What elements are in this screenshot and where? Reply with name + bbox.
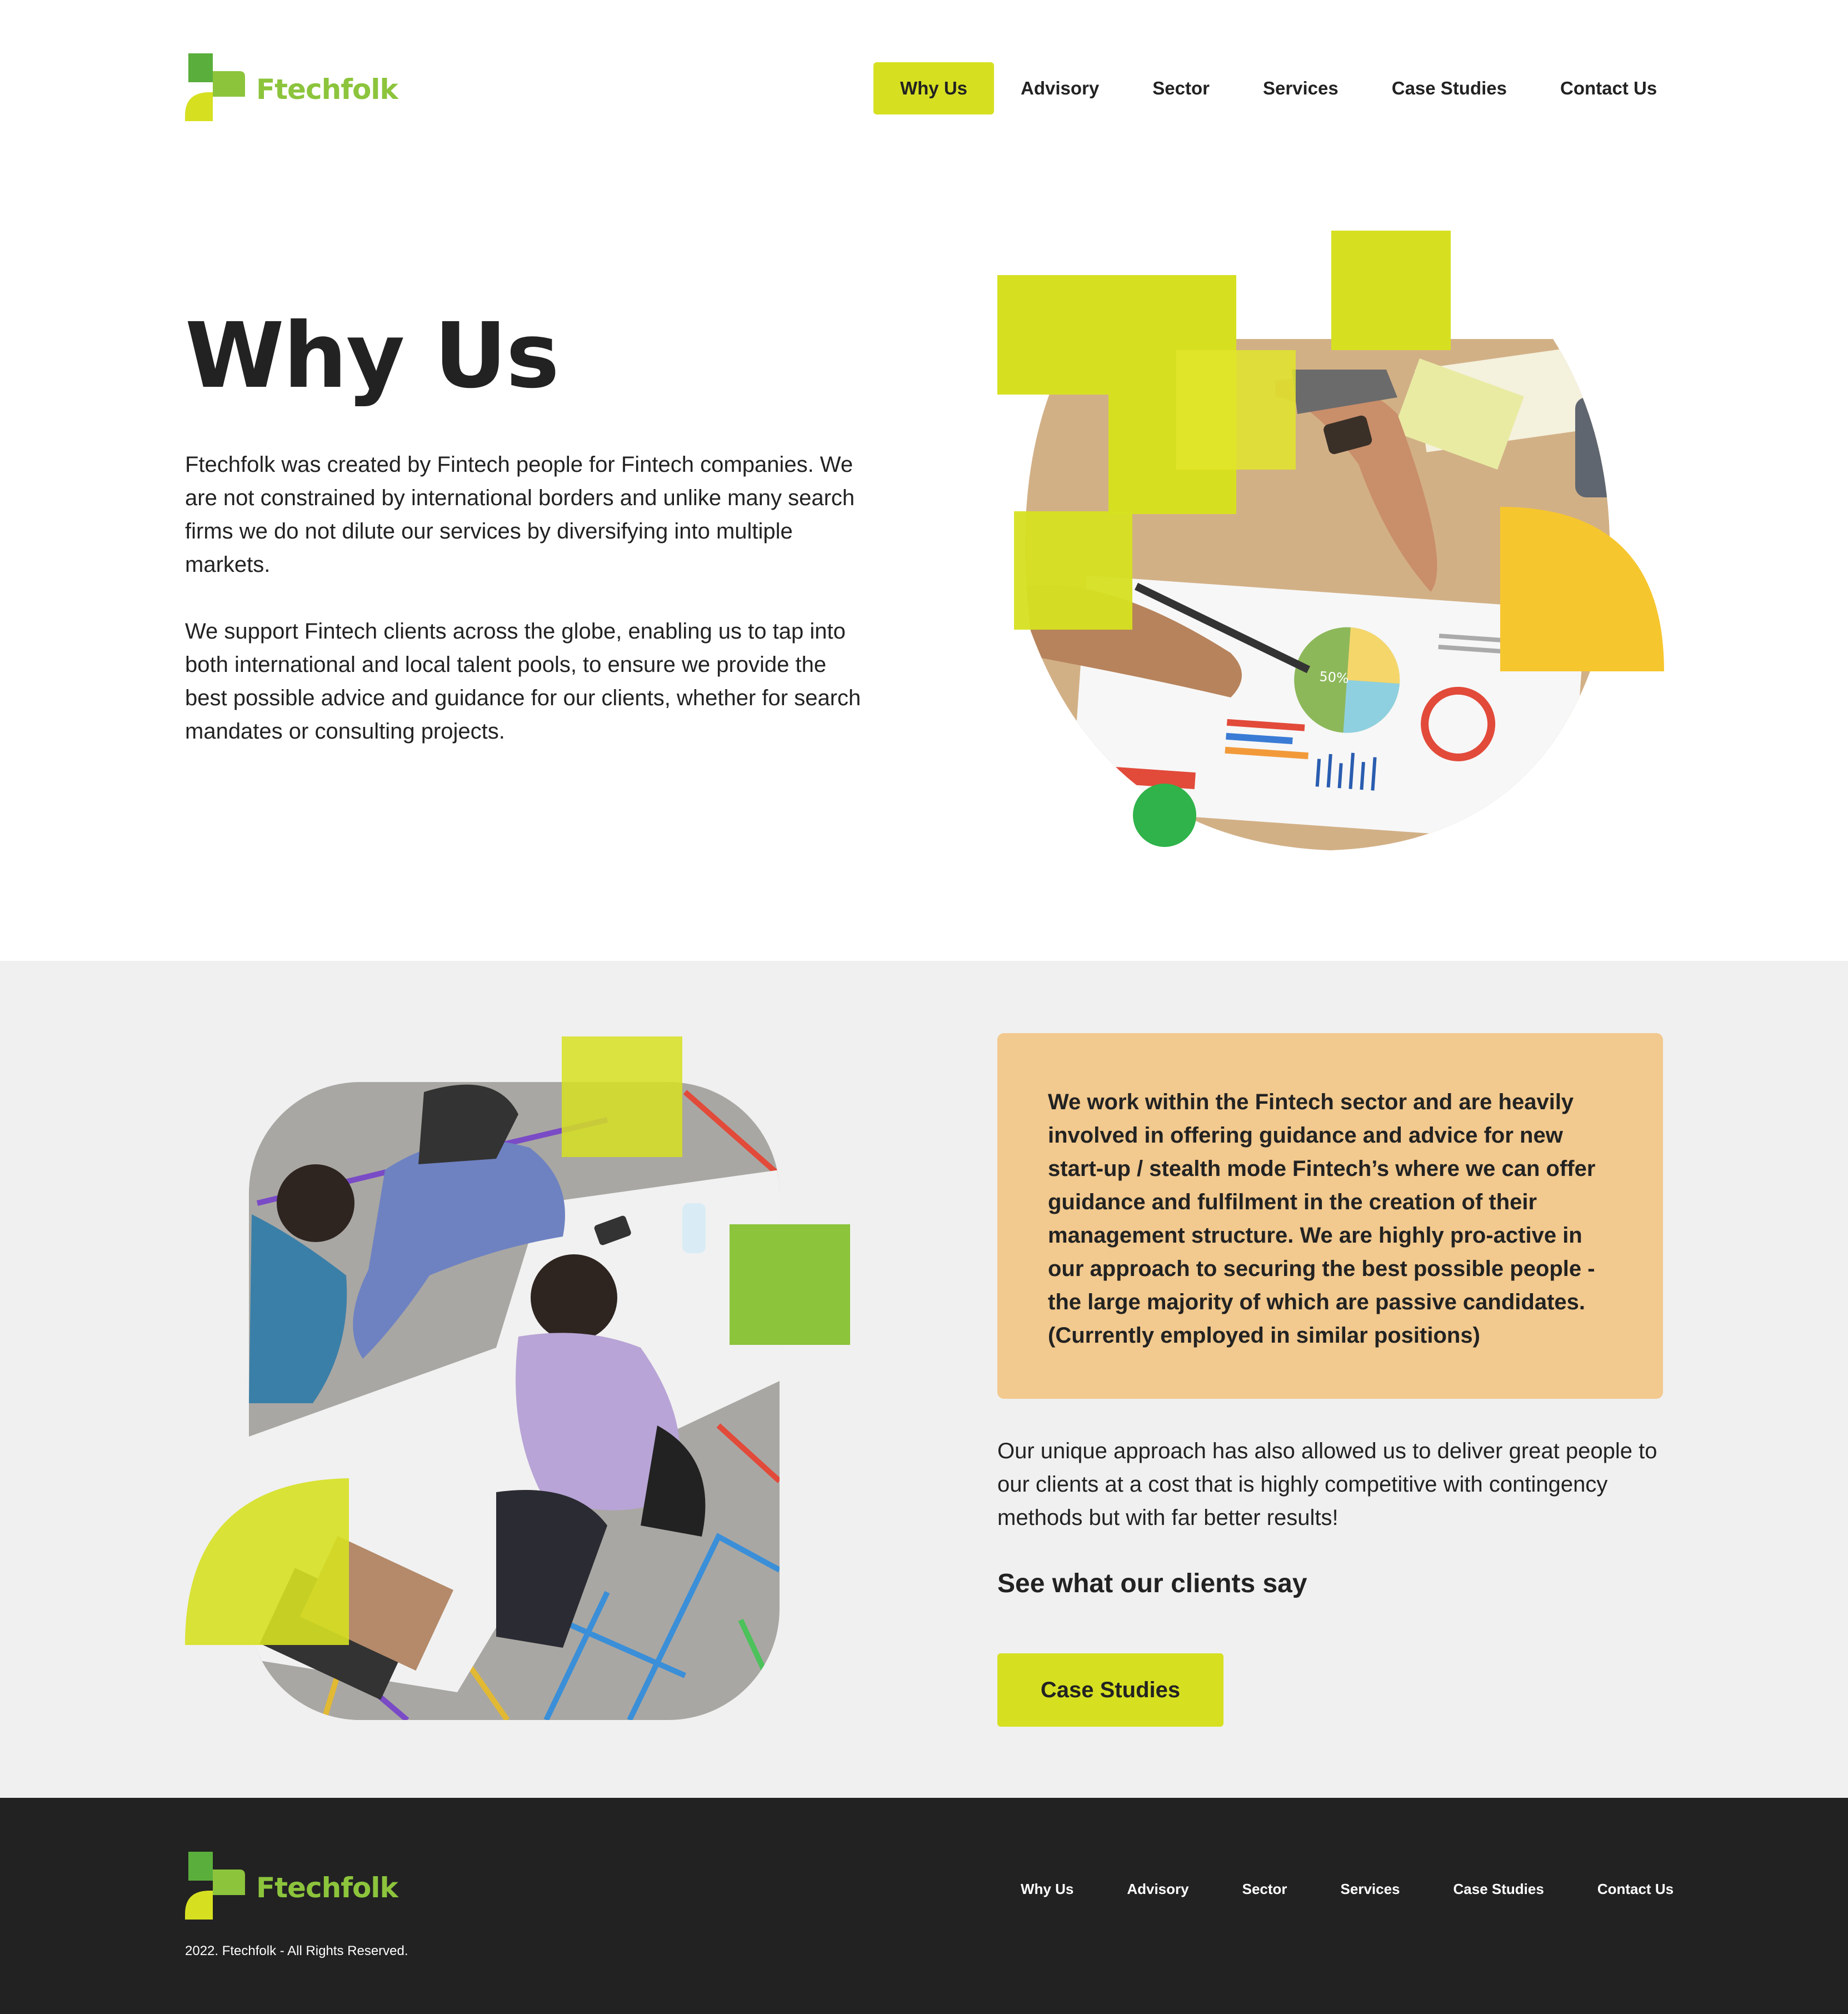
team-image [185, 1036, 850, 1720]
hero-image-collage: 50% [997, 231, 1664, 850]
nav-advisory[interactable]: Advisory [1021, 78, 1099, 99]
nav-contact-us[interactable]: Contact Us [1560, 78, 1657, 99]
nav-why-us[interactable]: Why Us [873, 62, 995, 114]
footer-nav-case-studies[interactable]: Case Studies [1454, 1881, 1544, 1898]
copyright-text: 2022. Ftechfolk - All Rights Reserved. [185, 1943, 408, 1958]
hero-image: 50% [997, 231, 1664, 850]
footer-nav-services[interactable]: Services [1341, 1881, 1400, 1898]
page-title: Why Us [185, 304, 560, 408]
approach-paragraph: Our unique approach has also allowed us … [997, 1439, 1657, 1530]
quote-box: We work within the Fintech sector and ar… [997, 1033, 1663, 1399]
team-image-collage [185, 1036, 852, 1720]
hero-paragraph-2: We support Fintech clients across the gl… [185, 619, 861, 744]
hero-paragraph-1: Ftechfolk was created by Fintech people … [185, 452, 855, 577]
footer-nav-contact-us[interactable]: Contact Us [1597, 1881, 1674, 1898]
logo-icon [185, 53, 245, 121]
footer-nav-advisory[interactable]: Advisory [1127, 1881, 1188, 1898]
logo-wordmark: Ftechfolk [256, 73, 398, 106]
nav-services[interactable]: Services [1263, 78, 1338, 99]
quote-text: We work within the Fintech sector and ar… [1048, 1090, 1596, 1348]
case-studies-button[interactable]: Case Studies [997, 1653, 1223, 1727]
header-logo[interactable]: Ftechfolk [185, 53, 398, 121]
footer-logo-wordmark: Ftechfolk [256, 1872, 398, 1904]
footer-nav: Why Us Advisory Sector Services Case Stu… [1021, 1879, 1674, 1899]
footer-nav-why-us[interactable]: Why Us [1021, 1881, 1073, 1898]
clients-subheading: See what our clients say [997, 1569, 1307, 1598]
pie-chart-label: 50% [1319, 669, 1350, 686]
nav-case-studies[interactable]: Case Studies [1392, 78, 1507, 99]
footer-nav-sector[interactable]: Sector [1242, 1881, 1287, 1898]
footer-logo-icon [185, 1852, 245, 1920]
main-nav: Why Us Advisory Sector Services Case Stu… [873, 62, 1657, 114]
footer-logo[interactable]: Ftechfolk [185, 1852, 398, 1920]
nav-sector[interactable]: Sector [1152, 78, 1210, 99]
